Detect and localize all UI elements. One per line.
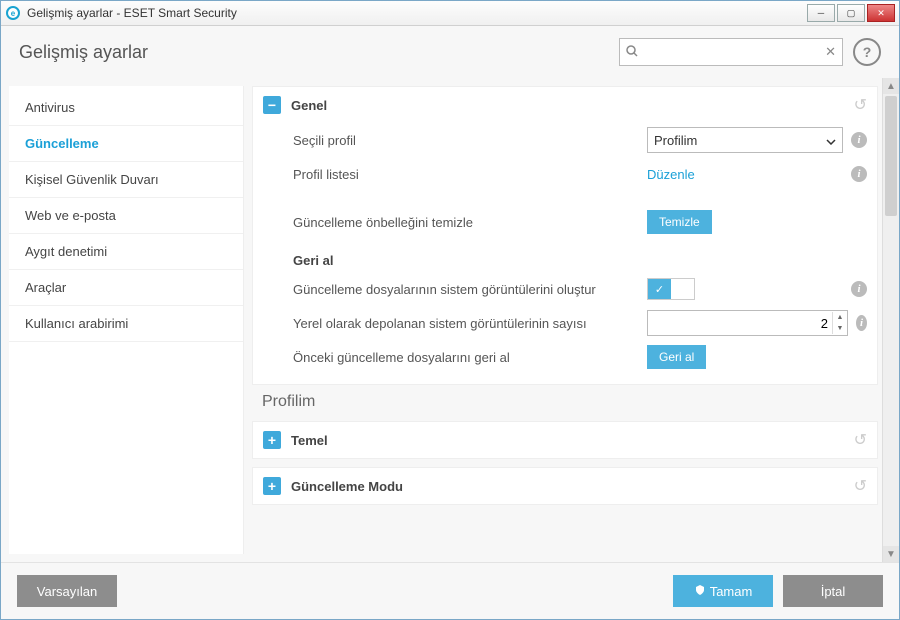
sidebar-item-antivirus[interactable]: Antivirus [9, 90, 243, 126]
revert-icon[interactable]: ↺ [854, 95, 867, 115]
info-icon[interactable]: i [851, 281, 867, 297]
selected-profile-label: Seçili profil [293, 133, 647, 148]
body: Antivirus Güncelleme Kişisel Güvenlik Du… [1, 78, 899, 562]
row-selected-profile: Seçili profil Profilim i [293, 123, 867, 157]
panel-basic-title: Temel [291, 433, 844, 448]
page-title: Gelişmiş ayarlar [19, 42, 619, 63]
search-icon [626, 45, 638, 60]
rollback-subheader: Geri al [293, 239, 867, 272]
search-input-wrap[interactable]: ✕ [619, 38, 843, 66]
rollback-files-label: Önceki güncelleme dosyalarını geri al [293, 350, 647, 365]
panel-general: − Genel ↺ Seçili profil Profilim [252, 86, 878, 385]
rollback-files-button[interactable]: Geri al [647, 345, 706, 369]
sidebar-item-firewall[interactable]: Kişisel Güvenlik Duvarı [9, 162, 243, 198]
collapse-icon[interactable]: − [263, 96, 281, 114]
panel-general-body: Seçili profil Profilim i [253, 123, 877, 384]
selected-profile-dropdown[interactable]: Profilim [647, 127, 843, 153]
app-window: e Gelişmiş ayarlar - ESET Smart Security… [0, 0, 900, 620]
expand-icon[interactable]: + [263, 477, 281, 495]
selected-profile-value: Profilim [654, 133, 697, 148]
minimize-button[interactable]: ─ [807, 4, 835, 22]
maximize-button[interactable]: ▢ [837, 4, 865, 22]
clear-search-icon[interactable]: ✕ [825, 44, 836, 60]
main-content: − Genel ↺ Seçili profil Profilim [244, 78, 882, 562]
app-icon: e [5, 5, 21, 21]
sidebar: Antivirus Güncelleme Kişisel Güvenlik Du… [9, 86, 244, 554]
row-create-snapshots: Güncelleme dosyalarının sistem görüntüle… [293, 272, 867, 306]
create-snapshots-toggle[interactable]: ✓ [647, 278, 695, 300]
panel-basic-header[interactable]: + Temel ↺ [253, 422, 877, 458]
shield-icon [694, 584, 706, 599]
header: Gelişmiş ayarlar ✕ ? [1, 26, 899, 78]
sidebar-item-ui[interactable]: Kullanıcı arabirimi [9, 306, 243, 342]
scroll-down-icon[interactable]: ▼ [883, 546, 899, 562]
ok-button[interactable]: Tamam [673, 575, 773, 607]
info-icon[interactable]: i [851, 132, 867, 148]
cancel-button[interactable]: İptal [783, 575, 883, 607]
sidebar-item-tools[interactable]: Araçlar [9, 270, 243, 306]
vertical-scrollbar[interactable]: ▲ ▼ [882, 78, 899, 562]
row-clear-cache: Güncelleme önbelleğini temizle Temizle [293, 205, 867, 239]
window-title: Gelişmiş ayarlar - ESET Smart Security [27, 6, 807, 20]
panel-update-mode-header[interactable]: + Güncelleme Modu ↺ [253, 468, 877, 504]
svg-text:e: e [11, 9, 16, 18]
snapshot-count-field[interactable] [648, 316, 832, 331]
expand-icon[interactable]: + [263, 431, 281, 449]
window-controls: ─ ▢ ✕ [807, 4, 895, 22]
chevron-down-icon [826, 133, 836, 148]
clear-cache-label: Güncelleme önbelleğini temizle [293, 215, 647, 230]
scroll-up-icon[interactable]: ▲ [883, 78, 899, 94]
footer: Varsayılan Tamam İptal [1, 562, 899, 619]
check-icon: ✓ [648, 279, 671, 299]
panel-update-mode: + Güncelleme Modu ↺ [252, 467, 878, 505]
panel-general-header[interactable]: − Genel ↺ [253, 87, 877, 123]
row-profile-list: Profil listesi Düzenle i [293, 157, 867, 191]
scroll-thumb[interactable] [885, 96, 897, 216]
main-wrap: − Genel ↺ Seçili profil Profilim [244, 78, 899, 562]
ok-button-label: Tamam [710, 584, 753, 599]
panel-update-mode-title: Güncelleme Modu [291, 479, 844, 494]
create-snapshots-label: Güncelleme dosyalarının sistem görüntüle… [293, 282, 647, 297]
spinner[interactable]: ▲▼ [832, 312, 847, 334]
snapshot-count-input[interactable]: ▲▼ [647, 310, 848, 336]
clear-cache-button[interactable]: Temizle [647, 210, 712, 234]
sidebar-item-update[interactable]: Güncelleme [9, 126, 243, 162]
help-button[interactable]: ? [853, 38, 881, 66]
info-icon[interactable]: i [851, 166, 867, 182]
search-input[interactable] [638, 44, 825, 61]
profile-list-label: Profil listesi [293, 167, 647, 182]
profile-section-header: Profilim [252, 393, 878, 413]
sidebar-item-web-email[interactable]: Web ve e-posta [9, 198, 243, 234]
info-icon[interactable]: i [856, 315, 867, 331]
close-button[interactable]: ✕ [867, 4, 895, 22]
panel-general-title: Genel [291, 98, 844, 113]
revert-icon[interactable]: ↺ [854, 476, 867, 496]
profile-list-edit-link[interactable]: Düzenle [647, 167, 843, 182]
row-snapshot-count: Yerel olarak depolanan sistem görüntüler… [293, 306, 867, 340]
titlebar: e Gelişmiş ayarlar - ESET Smart Security… [1, 1, 899, 26]
revert-icon[interactable]: ↺ [854, 430, 867, 450]
sidebar-item-device-control[interactable]: Aygıt denetimi [9, 234, 243, 270]
defaults-button[interactable]: Varsayılan [17, 575, 117, 607]
panel-basic: + Temel ↺ [252, 421, 878, 459]
row-rollback-files: Önceki güncelleme dosyalarını geri al Ge… [293, 340, 867, 374]
snapshot-count-label: Yerel olarak depolanan sistem görüntüler… [293, 316, 647, 331]
